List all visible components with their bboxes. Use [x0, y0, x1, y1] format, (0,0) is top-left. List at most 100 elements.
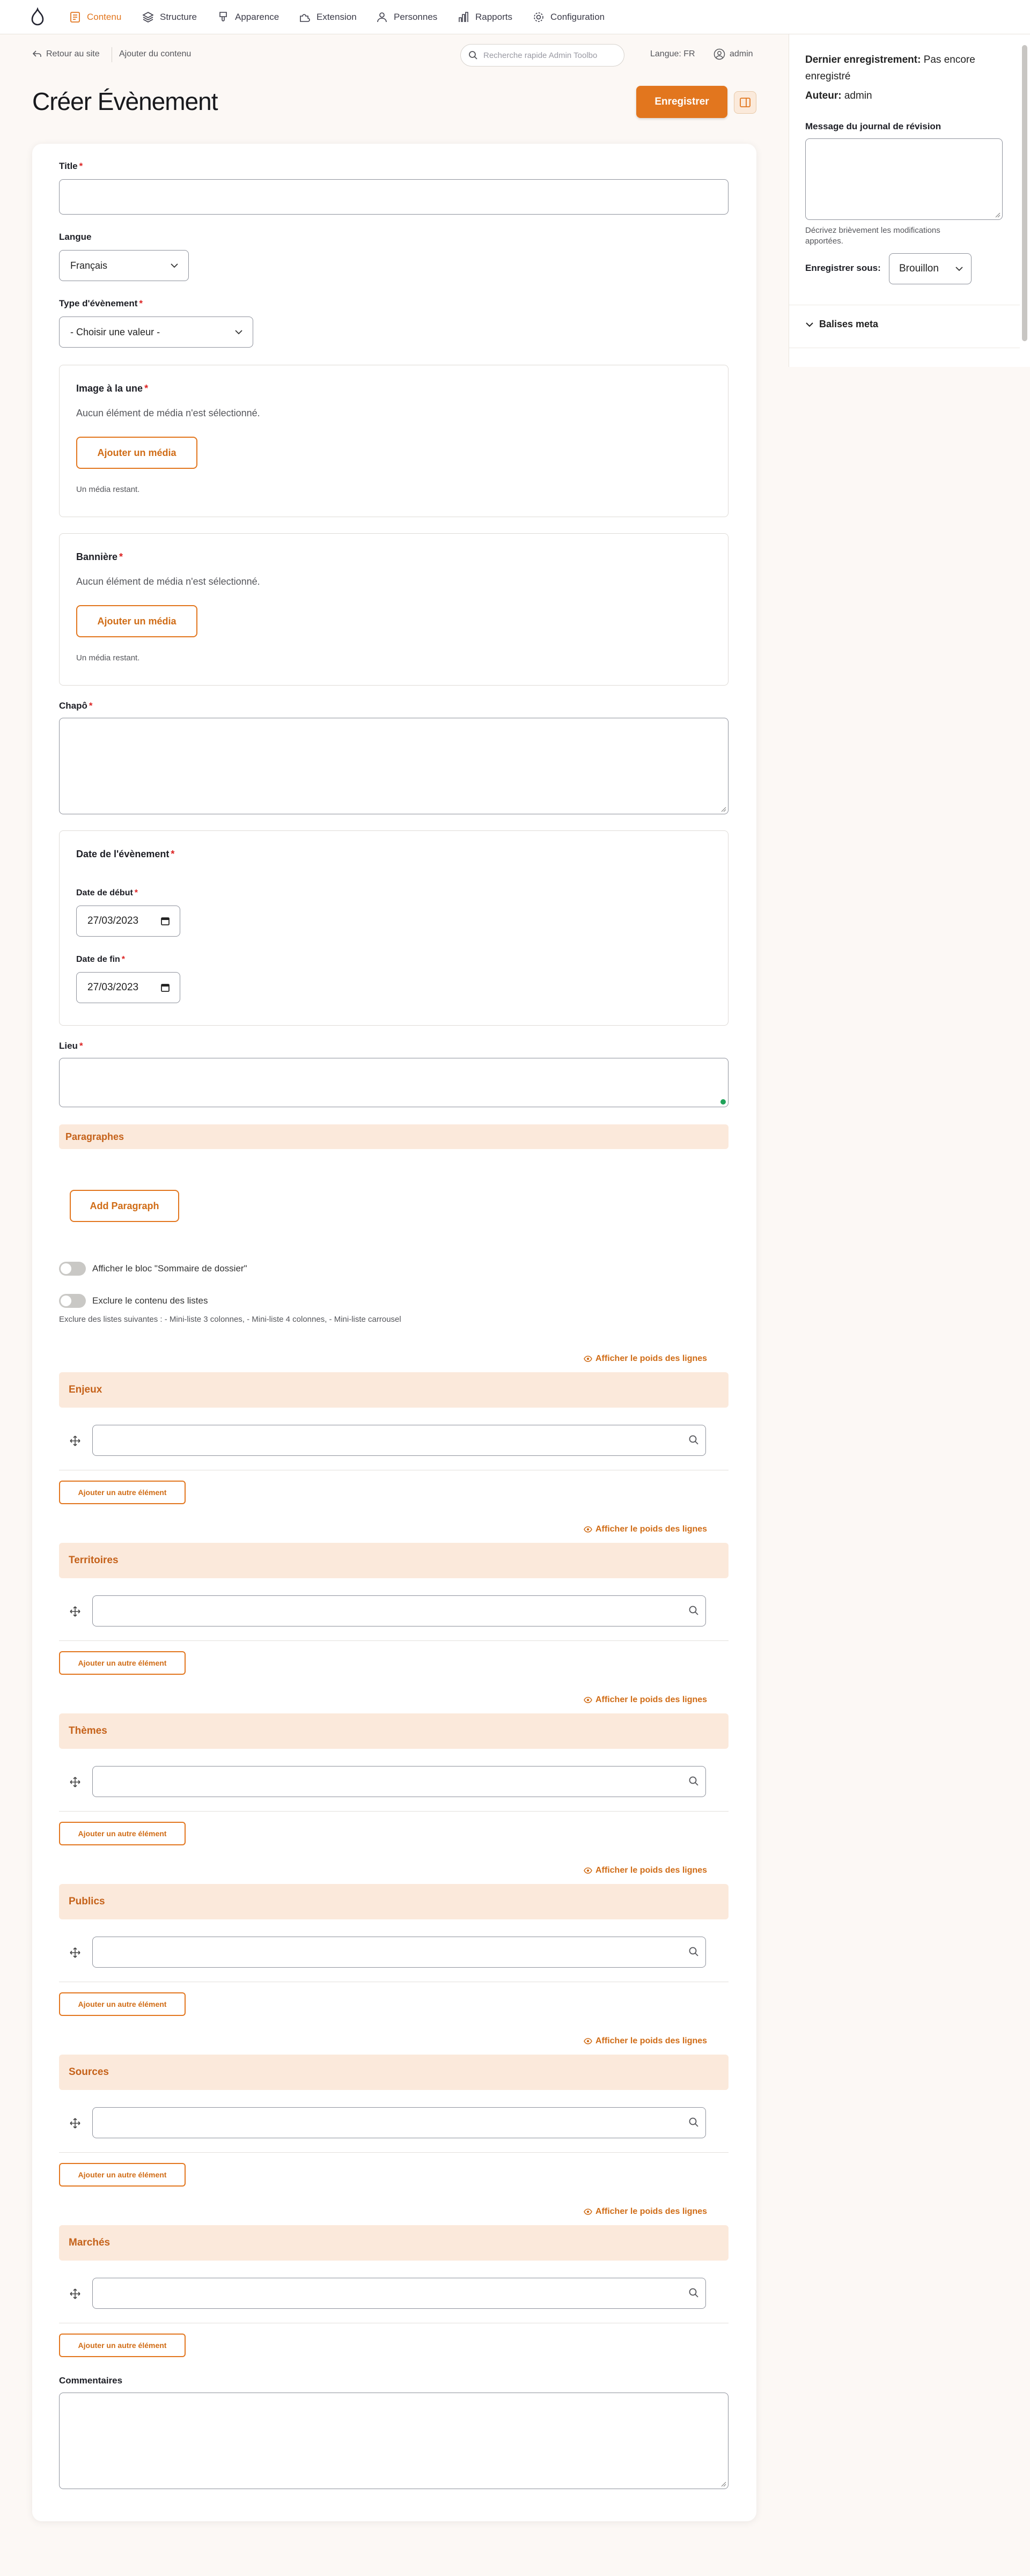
taxonomy-3-add-item-button[interactable]: Ajouter un autre élément — [59, 1992, 186, 2016]
resize-handle-icon[interactable] — [995, 212, 1000, 218]
nav-item-people[interactable]: Personnes — [376, 9, 437, 26]
banner-remaining-text: Un média restant. — [76, 653, 140, 663]
show-row-weights-link[interactable]: Afficher le poids des lignes — [584, 1354, 707, 1364]
start-date-label-text: Date de début — [76, 888, 133, 897]
nav-label: Extension — [317, 12, 357, 22]
taxonomy-4-header: Sources — [59, 2055, 729, 2090]
nav-item-structure[interactable]: Structure — [142, 9, 197, 26]
lieu-input[interactable] — [59, 1058, 729, 1107]
sidebar-scrollbar[interactable] — [1022, 45, 1027, 341]
search-icon — [689, 1947, 698, 1956]
back-to-site-link[interactable]: Retour au site — [32, 49, 100, 59]
meta-tags-label: Balises meta — [819, 319, 879, 329]
appearance-icon — [219, 12, 227, 21]
show-row-weights-link[interactable]: Afficher le poids des lignes — [584, 1525, 707, 1534]
comments-textarea[interactable] — [59, 2393, 729, 2489]
drag-handle-icon[interactable] — [69, 1605, 82, 1618]
end-date-input[interactable]: 27/03/2023 — [76, 972, 180, 1003]
search-icon — [469, 51, 477, 60]
nav-label: Personnes — [394, 12, 438, 22]
revision-log-textarea[interactable] — [805, 138, 1003, 220]
taxonomy-4-autocomplete-input[interactable] — [92, 2107, 706, 2138]
calendar-icon[interactable] — [160, 916, 170, 926]
image-label: Image à la une * — [76, 383, 149, 394]
nav-label: Apparence — [235, 12, 279, 22]
add-image-media-button[interactable]: Ajouter un média — [76, 437, 197, 469]
nav-item-reports[interactable]: Rapports — [457, 9, 512, 26]
summary-toggle-label: Afficher le bloc "Sommaire de dossier" — [92, 1263, 247, 1274]
nav-item-appearance[interactable]: Apparence — [217, 9, 279, 26]
date-legend-text: Date de l'évènement — [76, 849, 170, 859]
nav-label: Rapports — [475, 12, 512, 22]
show-row-weights-link[interactable]: Afficher le poids des lignes — [584, 1866, 707, 1875]
resize-handle-icon[interactable] — [721, 2482, 726, 2487]
drag-handle-icon[interactable] — [69, 1776, 82, 1789]
nav-item-content[interactable]: Contenu — [69, 9, 121, 26]
taxonomy-5-add-item-button[interactable]: Ajouter un autre élément — [59, 2334, 186, 2357]
people-icon — [377, 12, 387, 23]
nav-label: Contenu — [87, 12, 122, 22]
quick-search-input[interactable]: Recherche rapide Admin Toolbo — [460, 44, 624, 67]
search-icon — [689, 1606, 698, 1615]
banner-empty-text: Aucun élément de média n'est sélectionné… — [76, 576, 260, 587]
drag-handle-icon[interactable] — [69, 2117, 82, 2130]
taxonomy-2-autocomplete-input[interactable] — [92, 1766, 706, 1797]
nav-item-extension[interactable]: Extension — [298, 9, 357, 26]
show-row-weights-link[interactable]: Afficher le poids des lignes — [584, 2207, 707, 2217]
taxonomy-0-header: Enjeux — [59, 1372, 729, 1408]
sidebar-toggle-button[interactable] — [734, 91, 756, 114]
taxonomy-3-autocomplete-input[interactable] — [92, 1937, 706, 1968]
summary-toggle[interactable] — [59, 1262, 86, 1276]
show-row-weights-label: Afficher le poids des lignes — [595, 1354, 708, 1363]
nav-label: Configuration — [550, 12, 605, 22]
drag-handle-icon[interactable] — [69, 1434, 82, 1447]
save-button[interactable]: Enregistrer — [636, 86, 727, 118]
title-input[interactable] — [59, 179, 729, 215]
show-row-weights-label: Afficher le poids des lignes — [595, 1866, 708, 1875]
language-switcher[interactable]: Langue: FR — [650, 49, 695, 59]
search-icon — [689, 2117, 698, 2127]
moderation-state-value: Brouillon — [899, 263, 939, 274]
author-value: admin — [844, 90, 872, 101]
taxonomy-2-add-item-button[interactable]: Ajouter un autre élément — [59, 1822, 186, 1845]
drupal-logo-icon[interactable] — [28, 8, 47, 27]
taxonomy-1-header: Territoires — [59, 1543, 729, 1578]
taxonomy-1-add-item-button[interactable]: Ajouter un autre élément — [59, 1651, 186, 1675]
drag-handle-icon[interactable] — [69, 2287, 82, 2300]
exclude-toggle-label: Exclure le contenu des listes — [92, 1296, 208, 1306]
search-icon — [689, 2288, 698, 2298]
taxonomy-0-autocomplete-input[interactable] — [92, 1425, 706, 1456]
start-date-input[interactable]: 27/03/2023 — [76, 906, 180, 937]
back-to-site-label: Retour au site — [46, 49, 100, 58]
revision-log-help: Décrivez brièvement les modifications ap… — [805, 226, 940, 246]
calendar-icon[interactable] — [160, 983, 170, 992]
eye-icon — [584, 1697, 592, 1703]
top-navigation: Contenu Structure Apparence Extension Pe… — [0, 0, 1030, 34]
taxonomy-5-autocomplete-input[interactable] — [92, 2278, 706, 2309]
geolocation-status-icon — [720, 1099, 726, 1105]
show-row-weights-link[interactable]: Afficher le poids des lignes — [584, 1695, 707, 1705]
last-saved-label: Dernier enregistrement: — [805, 54, 921, 65]
chapo-textarea[interactable] — [59, 718, 729, 814]
nav-item-configuration[interactable]: Configuration — [532, 9, 605, 26]
add-content-link[interactable]: Ajouter du contenu — [119, 49, 191, 59]
add-banner-media-button[interactable]: Ajouter un média — [76, 605, 197, 637]
exclude-toggle[interactable] — [59, 1294, 86, 1308]
eye-icon — [584, 1356, 592, 1362]
comments-label: Commentaires — [59, 2375, 123, 2386]
meta-tags-accordion[interactable]: Balises meta — [805, 319, 878, 330]
langue-select[interactable]: Français — [59, 250, 189, 281]
add-paragraph-button[interactable]: Add Paragraph — [70, 1190, 179, 1222]
drag-handle-icon[interactable] — [69, 1946, 82, 1959]
taxonomy-0-add-item-button[interactable]: Ajouter un autre élément — [59, 1481, 186, 1504]
taxonomy-1-autocomplete-input[interactable] — [92, 1595, 706, 1626]
search-icon — [689, 1776, 698, 1786]
taxonomy-4-add-item-button[interactable]: Ajouter un autre élément — [59, 2163, 186, 2187]
resize-handle-icon[interactable] — [721, 807, 726, 812]
search-placeholder: Recherche rapide Admin Toolbo — [483, 50, 598, 60]
moderation-state-select[interactable]: Brouillon — [889, 253, 972, 284]
type-select[interactable]: - Choisir une valeur - — [59, 317, 253, 348]
image-remaining-text: Un média restant. — [76, 485, 140, 494]
show-row-weights-link[interactable]: Afficher le poids des lignes — [584, 2036, 707, 2046]
user-menu[interactable]: admin — [713, 48, 753, 60]
